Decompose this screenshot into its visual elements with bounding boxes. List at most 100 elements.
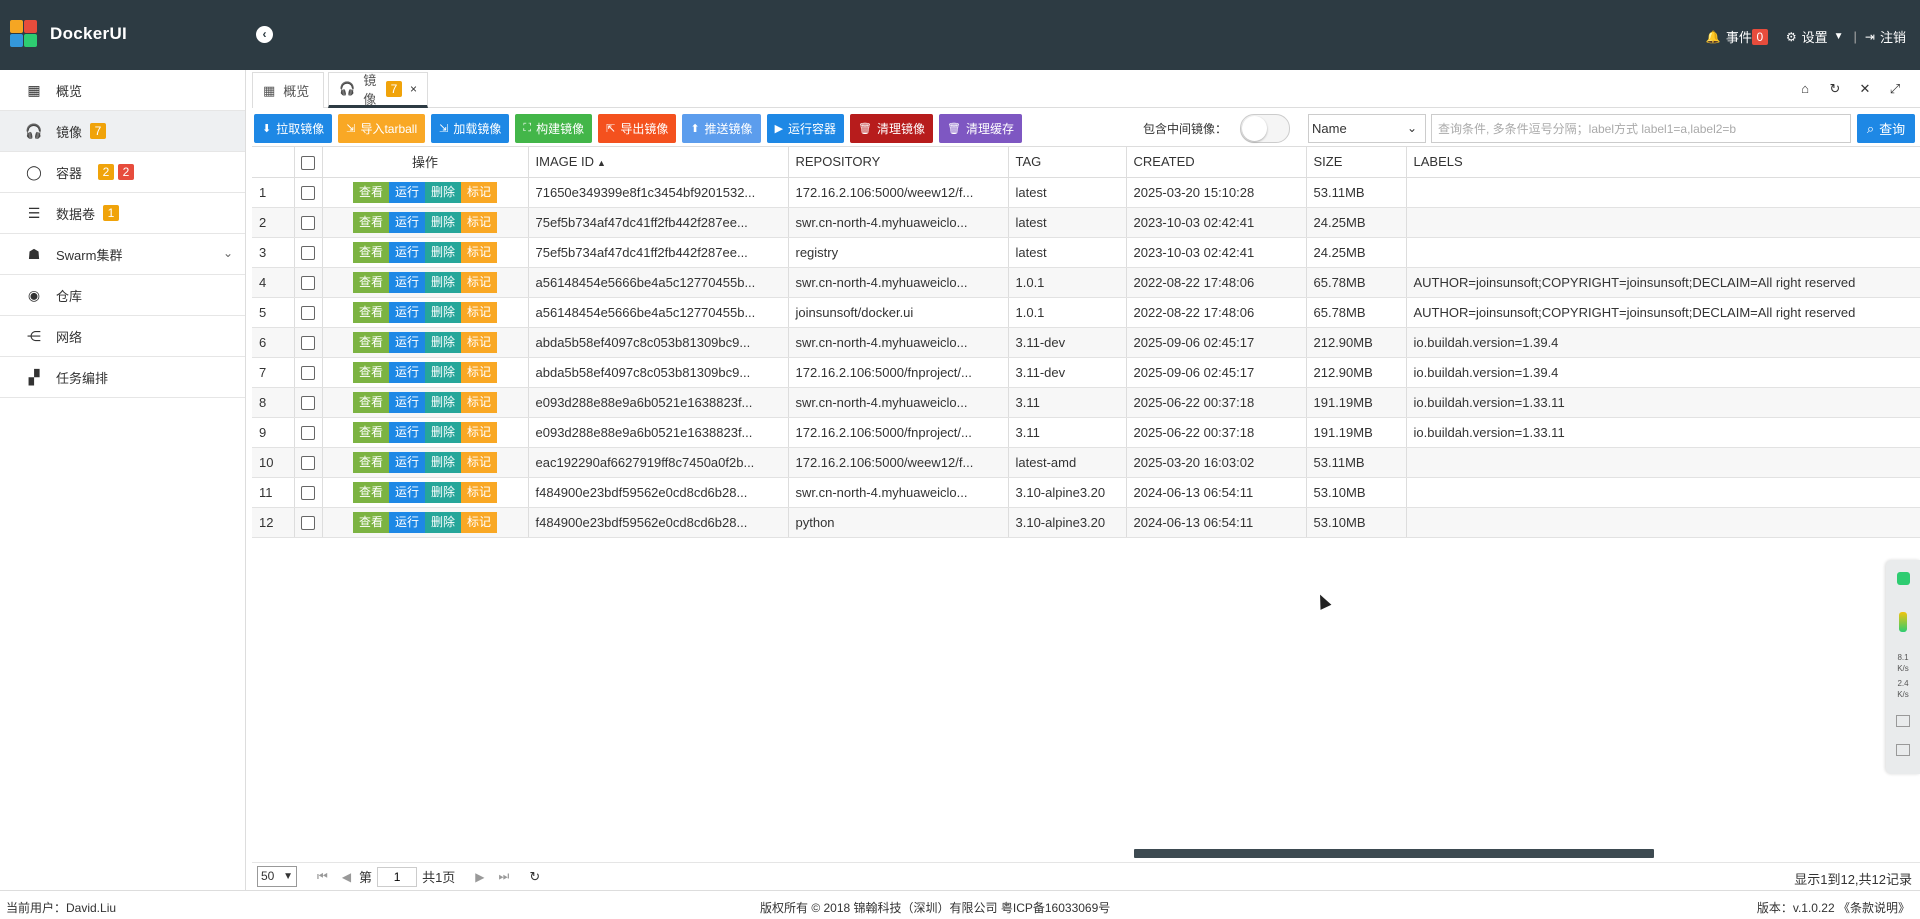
row-checkbox[interactable] bbox=[301, 275, 315, 290]
include-intermediate-toggle[interactable] bbox=[1240, 114, 1290, 143]
horizontal-scrollbar[interactable] bbox=[1134, 849, 1654, 858]
column-header-labels[interactable]: LABELS bbox=[1406, 147, 1920, 178]
run-button[interactable]: 运行 bbox=[388, 391, 425, 413]
run-button[interactable]: 运行 bbox=[388, 481, 425, 503]
sidebar-item-swarm[interactable]: ☗ Swarm集群 ⌄ bbox=[0, 234, 245, 275]
column-header-repository[interactable]: REPOSITORY bbox=[788, 147, 1009, 178]
column-header-image-id[interactable]: IMAGE ID ▲ bbox=[528, 147, 789, 178]
view-button[interactable]: 查看 bbox=[352, 181, 389, 203]
run-container-button[interactable]: ▶ 运行容器 bbox=[766, 113, 845, 143]
tag-button[interactable]: 标记 bbox=[461, 331, 498, 353]
delete-button[interactable]: 删除 bbox=[425, 511, 462, 533]
fullscreen-icon[interactable]: ⤢ bbox=[1880, 81, 1910, 97]
prev-page-icon[interactable]: ◀ bbox=[342, 870, 351, 884]
table-row[interactable]: 2 查看 运行 删除 标记 75ef5b734af47dc41ff2fb442f287ee… bbox=[252, 207, 1920, 238]
row-checkbox[interactable] bbox=[301, 305, 315, 320]
delete-button[interactable]: 删除 bbox=[425, 391, 462, 413]
view-button[interactable]: 查看 bbox=[352, 211, 389, 233]
row-checkbox[interactable] bbox=[301, 185, 315, 200]
view-button[interactable]: 查看 bbox=[352, 271, 389, 293]
prune-cache-button[interactable]: 🗑 清理缓存 bbox=[939, 113, 1023, 143]
tag-button[interactable]: 标记 bbox=[461, 391, 498, 413]
run-button[interactable]: 运行 bbox=[388, 301, 425, 323]
row-checkbox[interactable] bbox=[301, 395, 315, 410]
view-button[interactable]: 查看 bbox=[352, 241, 389, 263]
logout-button[interactable]: ⇥ 注销 bbox=[1865, 27, 1906, 46]
view-button[interactable]: 查看 bbox=[352, 391, 389, 413]
last-page-icon[interactable]: ⏭ bbox=[499, 869, 510, 884]
run-button[interactable]: 运行 bbox=[388, 241, 425, 263]
row-checkbox[interactable] bbox=[301, 335, 315, 350]
page-size-select[interactable]: 50 ▼ bbox=[257, 866, 297, 887]
row-checkbox[interactable] bbox=[301, 455, 315, 470]
home-icon[interactable]: ⌂ bbox=[1790, 81, 1820, 97]
delete-button[interactable]: 删除 bbox=[425, 271, 462, 293]
first-page-icon[interactable]: ⏮ bbox=[317, 869, 328, 884]
sidebar-item-registry[interactable]: ◉ 仓库 bbox=[0, 275, 245, 316]
tab-images[interactable]: 🎧 镜像 7 × bbox=[328, 72, 428, 108]
delete-button[interactable]: 删除 bbox=[425, 181, 462, 203]
sidebar-item-volumes[interactable]: ☰ 数据卷 1 bbox=[0, 193, 245, 234]
delete-button[interactable]: 删除 bbox=[425, 211, 462, 233]
close-all-icon[interactable]: ✕ bbox=[1850, 81, 1880, 97]
sidebar-item-tasks[interactable]: ▞ 任务编排 bbox=[0, 357, 245, 398]
run-button[interactable]: 运行 bbox=[388, 421, 425, 443]
delete-button[interactable]: 删除 bbox=[425, 301, 462, 323]
settings-dropdown[interactable]: ⚙ 设置 ▼ bbox=[1786, 27, 1844, 46]
prune-images-button[interactable]: 🗑 清理镜像 bbox=[850, 113, 934, 143]
refresh-icon[interactable]: ↻ bbox=[1820, 81, 1850, 97]
tag-button[interactable]: 标记 bbox=[461, 181, 498, 203]
import-tarball-button[interactable]: ⇲ 导入tarball bbox=[338, 113, 426, 143]
chart-icon[interactable] bbox=[1896, 715, 1910, 727]
run-button[interactable]: 运行 bbox=[388, 361, 425, 383]
load-image-button[interactable]: ⇲ 加载镜像 bbox=[431, 113, 510, 143]
column-header-created[interactable]: CREATED bbox=[1126, 147, 1307, 178]
row-checkbox[interactable] bbox=[301, 515, 315, 530]
row-checkbox[interactable] bbox=[301, 215, 315, 230]
table-row[interactable]: 10 查看 运行 删除 标记 eac192290af6627919ff8c7450a0f2… bbox=[252, 447, 1920, 478]
view-button[interactable]: 查看 bbox=[352, 451, 389, 473]
view-button[interactable]: 查看 bbox=[352, 331, 389, 353]
collapse-sidebar-button[interactable]: ‹ bbox=[256, 26, 273, 43]
events-button[interactable]: 🔔 事件 0 bbox=[1706, 27, 1768, 46]
table-row[interactable]: 3 查看 运行 删除 标记 75ef5b734af47dc41ff2fb442f287ee… bbox=[252, 237, 1920, 268]
table-row[interactable]: 4 查看 运行 删除 标记 a56148454e5666be4a5c12770455b..… bbox=[252, 267, 1920, 298]
table-row[interactable]: 1 查看 运行 删除 标记 71650e349399e8f1c3454bf9201532.… bbox=[252, 177, 1920, 208]
sidebar-item-images[interactable]: 🎧 镜像 7 bbox=[0, 111, 245, 152]
tag-button[interactable]: 标记 bbox=[461, 211, 498, 233]
search-input[interactable] bbox=[1431, 114, 1851, 143]
refresh-icon[interactable]: ↻ bbox=[529, 869, 540, 885]
tab-overview[interactable]: ▦ 概览 bbox=[252, 72, 324, 108]
network-monitor-widget[interactable]: 8.1 K/s 2.4 K/s bbox=[1886, 560, 1920, 774]
view-button[interactable]: 查看 bbox=[352, 361, 389, 383]
tag-button[interactable]: 标记 bbox=[461, 481, 498, 503]
tag-button[interactable]: 标记 bbox=[461, 241, 498, 263]
app-logo[interactable]: DockerUI bbox=[10, 20, 127, 48]
delete-button[interactable]: 删除 bbox=[425, 421, 462, 443]
pull-image-button[interactable]: ⬇ 拉取镜像 bbox=[254, 113, 333, 143]
tag-button[interactable]: 标记 bbox=[461, 301, 498, 323]
table-row[interactable]: 5 查看 运行 删除 标记 a56148454e5666be4a5c12770455b..… bbox=[252, 297, 1920, 328]
column-header-tag[interactable]: TAG bbox=[1008, 147, 1127, 178]
row-checkbox[interactable] bbox=[301, 245, 315, 260]
run-button[interactable]: 运行 bbox=[388, 331, 425, 353]
sidebar-item-overview[interactable]: ▦ 概览 bbox=[0, 70, 245, 111]
row-checkbox[interactable] bbox=[301, 485, 315, 500]
tag-button[interactable]: 标记 bbox=[461, 271, 498, 293]
page-number-input[interactable] bbox=[377, 866, 418, 887]
run-button[interactable]: 运行 bbox=[388, 211, 425, 233]
column-header-size[interactable]: SIZE bbox=[1306, 147, 1407, 178]
row-checkbox[interactable] bbox=[301, 425, 315, 440]
table-row[interactable]: 7 查看 运行 删除 标记 abda5b58ef4097c8c053b81309bc9..… bbox=[252, 357, 1920, 388]
view-button[interactable]: 查看 bbox=[352, 511, 389, 533]
table-row[interactable]: 8 查看 运行 删除 标记 e093d288e88e9a6b0521e1638823f..… bbox=[252, 387, 1920, 418]
version-text[interactable]: 版本：v.1.0.22 《条款说明》 bbox=[1757, 899, 1910, 916]
sidebar-item-network[interactable]: ⋲ 网络 bbox=[0, 316, 245, 357]
export-image-button[interactable]: ⇱ 导出镜像 bbox=[598, 113, 677, 143]
run-button[interactable]: 运行 bbox=[388, 181, 425, 203]
select-all-checkbox[interactable] bbox=[301, 155, 315, 170]
tag-button[interactable]: 标记 bbox=[461, 511, 498, 533]
search-button[interactable]: ⌕ 查询 bbox=[1857, 114, 1915, 143]
view-button[interactable]: 查看 bbox=[352, 481, 389, 503]
run-button[interactable]: 运行 bbox=[388, 271, 425, 293]
